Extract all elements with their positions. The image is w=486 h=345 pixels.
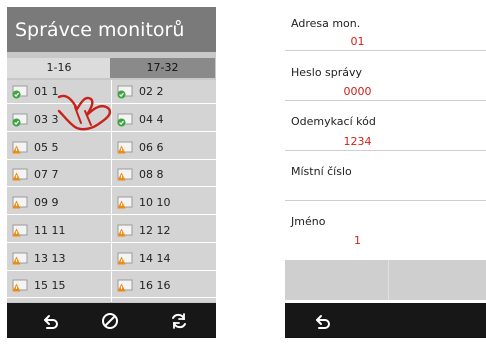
field-label: Místní číslo [291, 165, 352, 178]
monitor-label: 07 7 [34, 168, 59, 182]
monitor-cell[interactable]: 04 4 [112, 107, 216, 132]
monitor-warning-icon [117, 141, 133, 153]
field-label: Jméno [291, 215, 326, 228]
hand-gesture-icon [57, 94, 112, 131]
monitor-label: 11 11 [34, 223, 66, 237]
monitor-label: 04 4 [139, 112, 164, 126]
monitor-cell[interactable]: 07 7 [7, 163, 111, 188]
refresh-icon[interactable] [169, 311, 189, 331]
field-value: 1234 [343, 135, 372, 148]
monitor-cell[interactable]: 13 13 [7, 246, 111, 271]
field-monitor-address[interactable]: Adresa mon. 01 [285, 7, 486, 51]
monitor-ok-icon [12, 113, 28, 127]
monitor-ok-icon [12, 85, 28, 99]
monitor-label: 12 12 [139, 223, 171, 237]
field-value: 1 [354, 234, 361, 247]
monitor-ok-icon [117, 113, 133, 127]
field-name[interactable]: Jméno 1 [285, 201, 486, 249]
monitor-warning-icon [12, 168, 28, 181]
monitor-detail-screen: Adresa mon. 01 Heslo správy 0000 Odemyka… [285, 7, 486, 338]
monitor-warning-icon [12, 252, 28, 264]
monitor-cell[interactable]: 11 11 [7, 218, 111, 243]
field-admin-password[interactable]: Heslo správy 0000 [285, 51, 486, 101]
monitor-warning-icon [117, 168, 133, 181]
tab-17-32[interactable]: 17-32 [110, 58, 215, 78]
monitor-label: 08 8 [139, 168, 164, 182]
monitor-label: 02 2 [139, 85, 164, 98]
monitor-warning-icon [117, 196, 133, 209]
monitor-manager-screen: Správce monitorů 1-16 17-32 01 1 02 2 03 3… [7, 7, 216, 338]
monitor-cell[interactable]: 14 14 [112, 246, 216, 271]
tab-bar: 1-16 17-32 [7, 58, 216, 80]
monitor-label: 10 10 [139, 196, 171, 209]
cancel-icon[interactable] [100, 311, 120, 331]
monitor-cell[interactable]: 02 2 [112, 80, 216, 104]
monitor-cell[interactable]: 05 5 [7, 135, 111, 160]
tab-1-16[interactable]: 1-16 [7, 58, 111, 78]
monitor-warning-icon [12, 224, 28, 237]
monitor-cell[interactable]: 08 8 [112, 163, 216, 188]
empty-action-row [285, 260, 486, 300]
monitor-warning-icon [117, 252, 133, 264]
monitor-cell[interactable]: 10 10 [112, 191, 216, 215]
bottom-bar [7, 303, 216, 338]
monitor-label: 05 5 [34, 140, 59, 154]
row-divider [388, 260, 389, 300]
title-bar: Správce monitorů [7, 7, 216, 52]
back-icon[interactable] [40, 311, 60, 331]
bottom-bar [285, 303, 486, 338]
field-label: Odemykací kód [291, 115, 376, 128]
monitor-cell[interactable]: 15 15 [7, 274, 111, 299]
field-label: Heslo správy [291, 66, 363, 79]
monitor-label: 16 16 [139, 279, 171, 293]
monitor-cell[interactable]: 12 12 [112, 218, 216, 243]
monitor-label: 09 9 [34, 196, 59, 209]
monitor-warning-icon [117, 224, 133, 237]
monitor-label: 13 13 [34, 251, 66, 265]
field-unlock-code[interactable]: Odemykací kód 1234 [285, 101, 486, 151]
back-icon[interactable] [312, 311, 332, 331]
monitor-cell[interactable]: 09 9 [7, 191, 111, 215]
monitor-warning-icon [12, 196, 28, 209]
monitor-cell[interactable]: 16 16 [112, 274, 216, 299]
monitor-label: 06 6 [139, 140, 164, 154]
monitor-label: 14 14 [139, 251, 171, 265]
monitor-ok-icon [117, 85, 133, 99]
field-local-number[interactable]: Místní číslo [285, 151, 486, 201]
monitor-warning-icon [117, 279, 133, 292]
field-value: 01 [350, 35, 365, 48]
page-title: Správce monitorů [15, 19, 185, 41]
monitor-cell[interactable]: 06 6 [112, 135, 216, 160]
field-label: Adresa mon. [291, 17, 361, 30]
field-value: 0000 [343, 85, 372, 98]
monitor-warning-icon [12, 141, 28, 153]
monitor-warning-icon [12, 279, 28, 292]
monitor-label: 15 15 [34, 279, 66, 293]
